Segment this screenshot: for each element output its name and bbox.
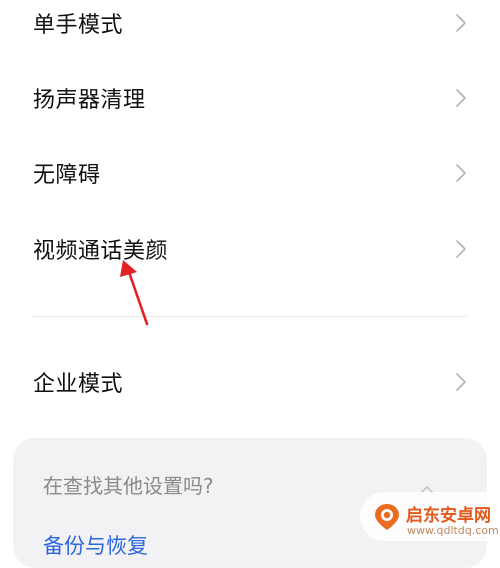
settings-item-video-call-beauty[interactable]: 视频通话美颜 bbox=[0, 219, 500, 279]
chevron-right-icon bbox=[456, 240, 466, 258]
chevron-right-icon bbox=[456, 89, 466, 107]
settings-item-speaker-cleanup[interactable]: 扬声器清理 bbox=[0, 68, 500, 128]
chevron-right-icon bbox=[456, 373, 466, 391]
chevron-right-icon bbox=[456, 164, 466, 182]
settings-item-label: 企业模式 bbox=[33, 372, 124, 397]
backup-restore-link[interactable]: 备份与恢复 bbox=[43, 530, 148, 560]
search-suggestion-title: 在查找其他设置吗? bbox=[43, 474, 214, 498]
site-watermark: 启东安卓网 www.qdltdq.com bbox=[360, 492, 500, 541]
red-arrow-icon bbox=[120, 260, 149, 326]
watermark-url: www.qdltdq.com bbox=[407, 524, 499, 537]
section-divider bbox=[33, 316, 467, 317]
settings-item-label: 单手模式 bbox=[33, 13, 124, 38]
settings-item-label: 扬声器清理 bbox=[33, 88, 146, 113]
settings-item-enterprise-mode[interactable]: 企业模式 bbox=[0, 352, 500, 412]
settings-item-label: 无障碍 bbox=[33, 163, 101, 188]
settings-item-accessibility[interactable]: 无障碍 bbox=[0, 143, 500, 203]
watermark-name: 启东安卓网 bbox=[406, 506, 491, 526]
chevron-right-icon bbox=[456, 14, 466, 32]
settings-item-one-hand-mode[interactable]: 单手模式 bbox=[0, 0, 500, 53]
pin-logo-icon bbox=[375, 504, 399, 530]
